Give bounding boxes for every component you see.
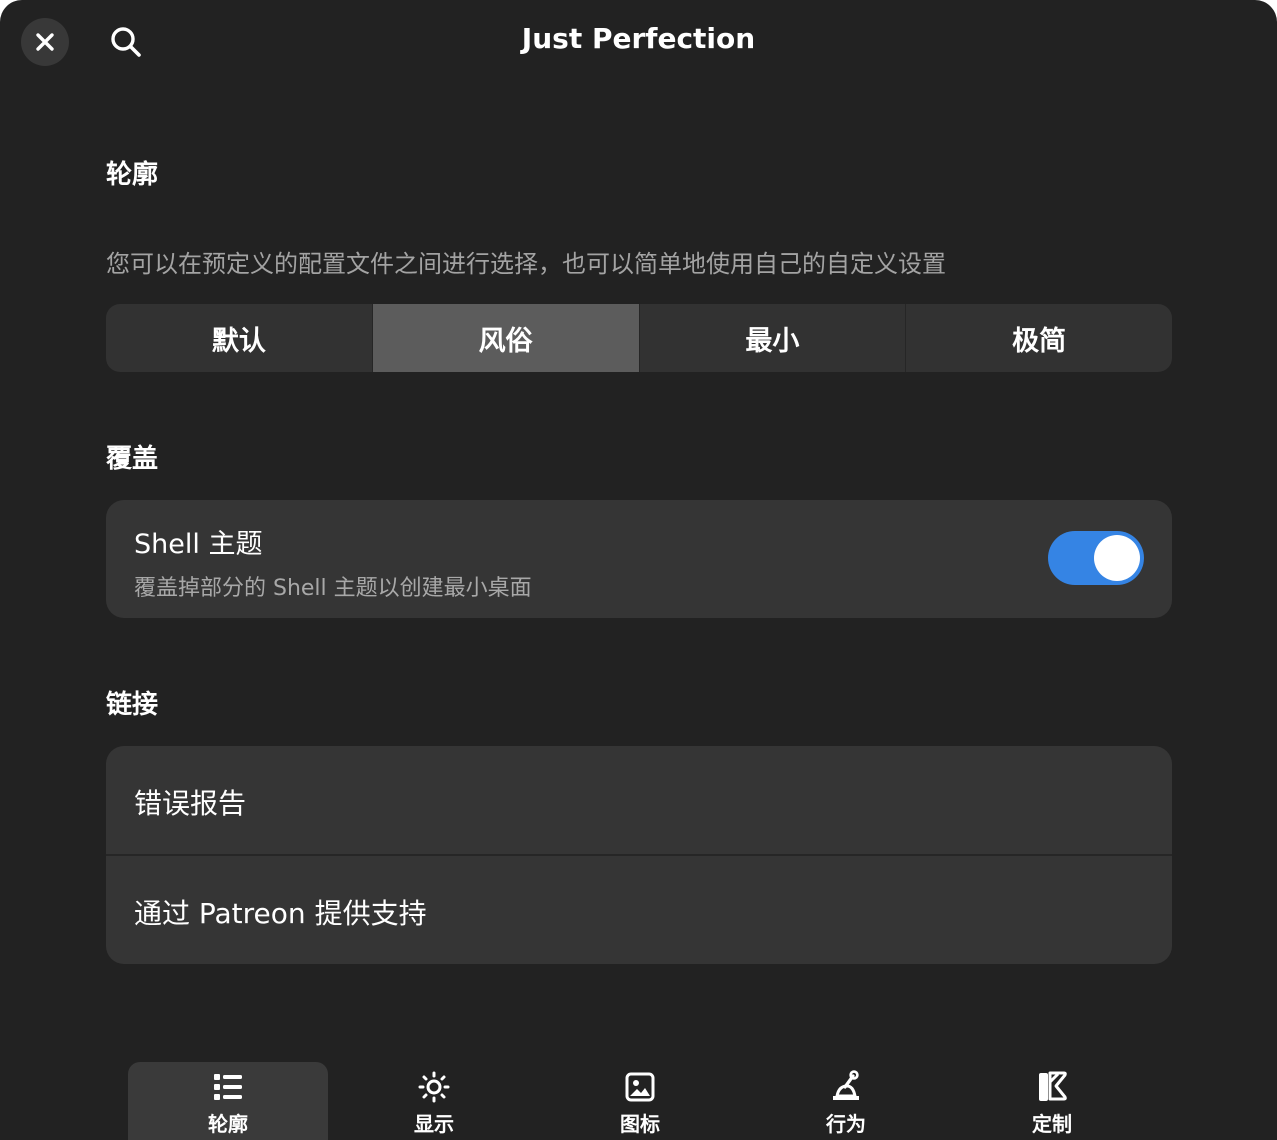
patreon-link[interactable]: 通过 Patreon 提供支持 [106,856,1172,964]
links-heading: 链接 [106,690,159,720]
toggle-knob [1094,535,1140,581]
list-icon [214,1074,242,1100]
customize-icon [1039,1071,1067,1101]
links-list: 错误报告 通过 Patreon 提供支持 [106,746,1172,964]
nav-label-profile: 轮廓 [208,1112,248,1136]
profile-selector: 默认 风俗 最小 极简 [106,304,1172,372]
nav-label-icons: 图标 [620,1112,660,1136]
profile-option-minimal[interactable]: 最小 [640,304,907,372]
shell-theme-row: Shell 主题 覆盖掉部分的 Shell 主题以创建最小桌面 [106,500,1172,618]
shell-theme-subtitle: 覆盖掉部分的 Shell 主题以创建最小桌面 [134,576,532,601]
profile-heading: 轮廓 [106,160,159,190]
profile-option-default[interactable]: 默认 [106,304,373,372]
shell-theme-toggle[interactable] [1048,531,1144,585]
shell-theme-title: Shell 主题 [134,529,263,560]
brightness-icon [418,1071,450,1103]
nav-tab-profile[interactable]: 轮廓 [128,1062,328,1140]
profile-description: 您可以在预定义的配置文件之间进行选择，也可以简单地使用自己的自定义设置 [106,250,946,278]
profile-option-super-minimal[interactable]: 极简 [906,304,1172,372]
override-heading: 覆盖 [106,444,159,474]
nav-tab-behavior[interactable]: 行为 [746,1062,946,1140]
bug-report-link[interactable]: 错误报告 [106,746,1172,854]
patreon-label: 通过 Patreon 提供支持 [134,897,427,930]
nav-label-customize: 定制 [1032,1112,1072,1136]
window-title: Just Perfection [521,22,756,55]
nav-label-display: 显示 [414,1112,454,1136]
nav-tab-icons[interactable]: 图标 [540,1062,740,1140]
image-icon [625,1072,655,1102]
preferences-window: Just Perfection 轮廓 您可以在预定义的配置文件之间进行选择，也可… [0,0,1277,1140]
nav-tab-customize[interactable]: 定制 [952,1062,1152,1140]
bug-report-label: 错误报告 [134,787,247,820]
behavior-icon [833,1070,859,1100]
profile-option-custom[interactable]: 风俗 [372,304,640,372]
nav-tab-display[interactable]: 显示 [334,1062,534,1140]
nav-label-behavior: 行为 [826,1112,866,1136]
